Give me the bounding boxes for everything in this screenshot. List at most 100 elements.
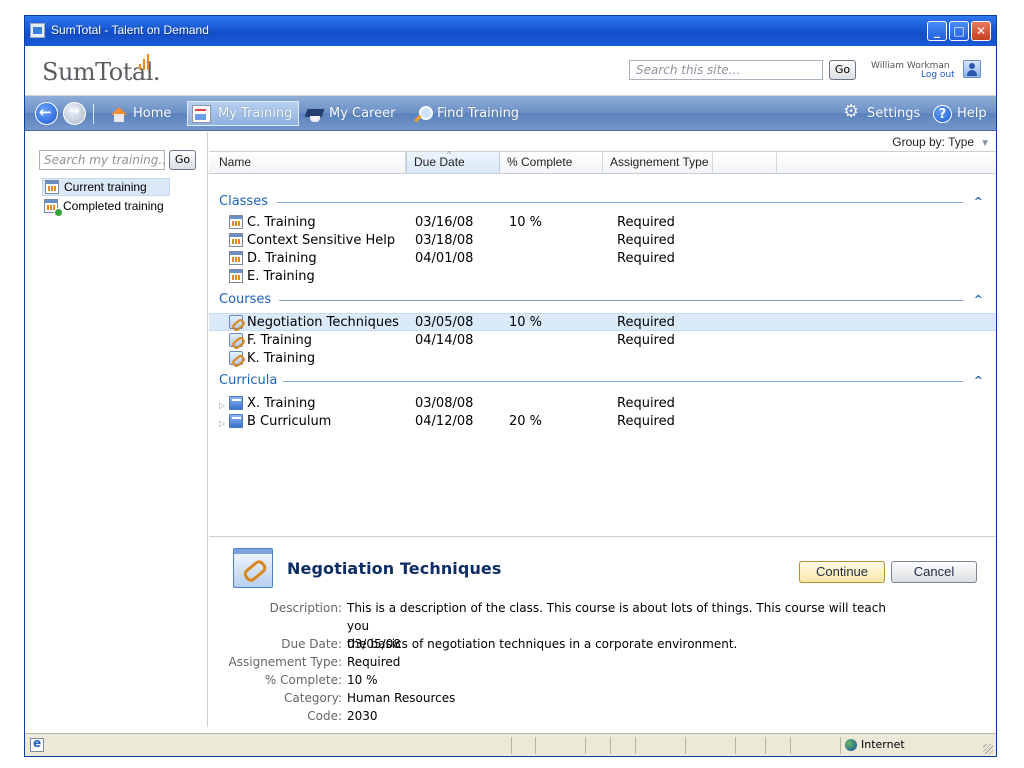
column-header-name[interactable]: Name: [212, 152, 406, 173]
check-icon: [54, 208, 63, 217]
sidebar-item-current-training[interactable]: Current training: [42, 178, 170, 196]
nav-my-training[interactable]: My Training: [187, 101, 300, 126]
row-name: E. Training: [247, 269, 315, 284]
row-assignment-type: Required: [617, 396, 675, 411]
table-row[interactable]: K. Training: [209, 350, 996, 368]
resize-grip[interactable]: [983, 744, 993, 754]
details-field-code: Code: 2030: [209, 707, 996, 725]
row-assignment-type: Required: [617, 233, 675, 248]
chevron-down-icon: ▼: [980, 138, 990, 149]
group-title: Classes: [219, 194, 268, 209]
row-due-date: 03/08/08: [415, 396, 474, 411]
sort-ascending-icon: ^: [447, 150, 451, 159]
nav-my-career-label: My Career: [329, 106, 396, 121]
magnifier-icon: [413, 105, 433, 123]
status-bar: Internet: [25, 733, 996, 756]
nav-find-training-label: Find Training: [437, 106, 520, 121]
nav-home[interactable]: Home: [109, 104, 171, 125]
table-row[interactable]: D. Training 04/01/08 Required: [209, 250, 996, 268]
expand-arrow-icon[interactable]: ▷: [219, 415, 225, 432]
course-icon: [229, 333, 243, 347]
security-zone: Internet: [845, 738, 905, 751]
row-name: X. Training: [247, 396, 316, 411]
site-search-input[interactable]: Search this site...: [629, 60, 823, 80]
left-panel: Search my training... Go Current trainin…: [25, 132, 208, 727]
table-row[interactable]: F. Training 04/14/08 Required: [209, 332, 996, 350]
close-button[interactable]: ✕: [971, 21, 991, 41]
field-label: Code:: [307, 709, 342, 723]
nav-divider: [93, 104, 94, 124]
group-by-dropdown[interactable]: Group by: Type ▼: [892, 135, 990, 149]
details-field-assignment-type: Assignement Type: Required: [209, 653, 996, 671]
row-assignment-type: Required: [617, 315, 675, 330]
row-due-date: 03/18/08: [415, 233, 474, 248]
maximize-button[interactable]: □: [949, 21, 969, 41]
column-header-assignment-type[interactable]: Assignement Type: [603, 152, 713, 173]
gear-icon: [843, 103, 862, 123]
group-header-courses[interactable]: Courses ^: [219, 291, 983, 309]
row-percent-complete: 20 %: [509, 414, 543, 429]
row-due-date: 04/01/08: [415, 251, 474, 266]
collapse-icon[interactable]: ^: [974, 193, 983, 210]
row-name: C. Training: [247, 215, 316, 230]
logout-link[interactable]: Log out: [921, 70, 955, 80]
globe-icon: [845, 739, 857, 751]
sidebar-item-completed-training[interactable]: Completed training: [42, 198, 164, 217]
field-value: 10 %: [347, 673, 378, 687]
back-arrow-icon[interactable]: [35, 102, 58, 125]
row-percent-complete: 10 %: [509, 315, 543, 330]
title-bar: SumTotal - Talent on Demand _ □ ✕: [25, 16, 996, 46]
table-row[interactable]: ▷ B Curriculum 04/12/08 20 % Required: [209, 413, 996, 431]
table-row[interactable]: Context Sensitive Help 03/18/08 Required: [209, 232, 996, 250]
table-row[interactable]: E. Training: [209, 268, 996, 286]
calendar-icon: [44, 199, 63, 217]
table-row[interactable]: ▷ X. Training 03/08/08 Required: [209, 395, 996, 413]
nav-help[interactable]: ? Help: [933, 104, 987, 125]
column-header-empty: [713, 152, 777, 173]
nav-find-training[interactable]: Find Training: [413, 104, 519, 125]
logo-bars-icon: [139, 52, 151, 70]
training-search-input[interactable]: Search my training...: [39, 150, 165, 170]
details-title: Negotiation Techniques: [287, 559, 502, 578]
sumtotal-logo[interactable]: SumTotal.: [42, 54, 161, 86]
column-header-percent-complete[interactable]: % Complete: [500, 152, 603, 173]
collapse-icon[interactable]: ^: [974, 372, 983, 389]
class-calendar-icon: [229, 215, 243, 229]
cancel-button[interactable]: Cancel: [891, 561, 977, 583]
minimize-button[interactable]: _: [927, 21, 947, 41]
site-search-go-button[interactable]: Go: [829, 60, 856, 80]
table-row-selected[interactable]: Negotiation Techniques 03/05/08 10 % Req…: [209, 313, 996, 331]
home-icon: [109, 105, 128, 123]
continue-button[interactable]: Continue: [799, 561, 885, 583]
window-title: SumTotal - Talent on Demand: [51, 23, 209, 37]
group-by-label: Group by: Type: [892, 135, 975, 149]
row-name: K. Training: [247, 351, 316, 366]
nav-my-career[interactable]: My Career: [305, 104, 396, 125]
nav-help-label: Help: [957, 106, 987, 121]
table-row[interactable]: C. Training 03/16/08 10 % Required: [209, 214, 996, 232]
nav-home-label: Home: [133, 106, 172, 121]
nav-my-training-label: My Training: [218, 106, 293, 121]
collapse-icon[interactable]: ^: [974, 291, 983, 308]
column-header-row: Name ^ Due Date % Complete Assignement T…: [209, 150, 996, 174]
row-percent-complete: 10 %: [509, 215, 543, 230]
nav-settings-label: Settings: [867, 106, 921, 121]
field-label: Category:: [284, 691, 342, 705]
group-header-classes[interactable]: Classes ^: [219, 193, 983, 211]
course-icon: [229, 351, 243, 365]
forward-arrow-icon[interactable]: [63, 102, 86, 125]
row-assignment-type: Required: [617, 414, 675, 429]
row-assignment-type: Required: [617, 251, 675, 266]
user-profile-icon[interactable]: [963, 60, 981, 78]
field-label: Description:: [269, 601, 342, 615]
nav-settings[interactable]: Settings: [843, 103, 921, 125]
group-header-curricula[interactable]: Curricula ^: [219, 372, 983, 390]
field-value: 03/05/08: [347, 637, 401, 651]
site-header: SumTotal. Search this site... Go William…: [25, 46, 996, 96]
column-header-due-date[interactable]: ^ Due Date: [406, 150, 500, 173]
curriculum-icon: [229, 396, 243, 410]
row-name: F. Training: [247, 333, 312, 348]
row-name: Context Sensitive Help: [247, 233, 396, 248]
training-search-go-button[interactable]: Go: [169, 150, 196, 170]
expand-arrow-icon[interactable]: ▷: [219, 397, 225, 414]
